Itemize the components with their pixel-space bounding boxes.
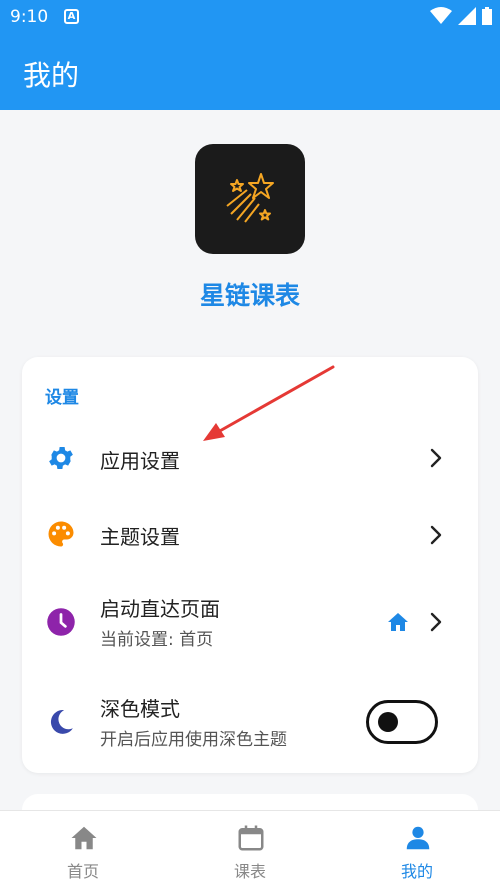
app-name: 星链课表 — [199, 281, 300, 310]
clock-icon — [47, 608, 75, 636]
nav-label-schedule: 课表 — [233, 862, 266, 881]
moon-icon — [50, 710, 73, 734]
toggle-knob — [378, 712, 398, 732]
nav-item-me[interactable]: 我的 — [334, 811, 500, 889]
wifi-icon — [430, 7, 452, 24]
page-title: 我的 — [23, 59, 80, 92]
launch-page-row[interactable]: 启动直达页面 当前设置: 首页 — [22, 583, 478, 665]
dark-mode-subtitle: 开启后应用使用深色主题 — [100, 730, 287, 750]
notification-badge-icon: A — [64, 9, 79, 24]
chevron-right-icon — [430, 525, 442, 545]
battery-icon — [482, 7, 492, 25]
launch-page-subtitle: 当前设置: 首页 — [100, 630, 214, 650]
app-settings-label: 应用设置 — [100, 449, 180, 473]
section-title-settings: 设置 — [45, 388, 79, 408]
app-settings-row[interactable]: 应用设置 — [22, 423, 478, 493]
dark-mode-toggle[interactable] — [366, 700, 438, 744]
home-icon — [71, 826, 97, 850]
app-bar: 我的 — [0, 34, 500, 110]
person-icon — [406, 826, 430, 850]
theme-settings-row[interactable]: 主题设置 — [22, 501, 478, 571]
nav-item-home[interactable]: 首页 — [0, 811, 166, 889]
chevron-right-icon — [430, 612, 442, 632]
theme-settings-label: 主题设置 — [100, 525, 180, 549]
status-time: 9:10 — [10, 7, 49, 27]
home-icon — [388, 613, 408, 631]
chevron-right-icon — [430, 448, 442, 468]
signal-icon — [458, 7, 476, 25]
status-bar: 9:10 A — [0, 0, 500, 34]
calendar-icon — [238, 825, 264, 851]
launch-page-label: 启动直达页面 — [100, 597, 220, 621]
dark-mode-label: 深色模式 — [100, 697, 180, 721]
gear-icon — [49, 447, 73, 469]
shooting-stars-icon — [226, 173, 274, 223]
bottom-navigation: 首页 课表 我的 — [0, 810, 500, 889]
palette-icon — [48, 521, 74, 547]
nav-label-home: 首页 — [66, 862, 99, 881]
nav-item-schedule[interactable]: 课表 — [167, 811, 333, 889]
nav-label-me: 我的 — [400, 862, 433, 881]
settings-card: 设置 应用设置 主题设置 启动直达页面 当前设置: 首页 深色模式 开启后应用使… — [22, 357, 478, 773]
app-logo — [195, 144, 305, 254]
system-icons — [430, 7, 492, 25]
